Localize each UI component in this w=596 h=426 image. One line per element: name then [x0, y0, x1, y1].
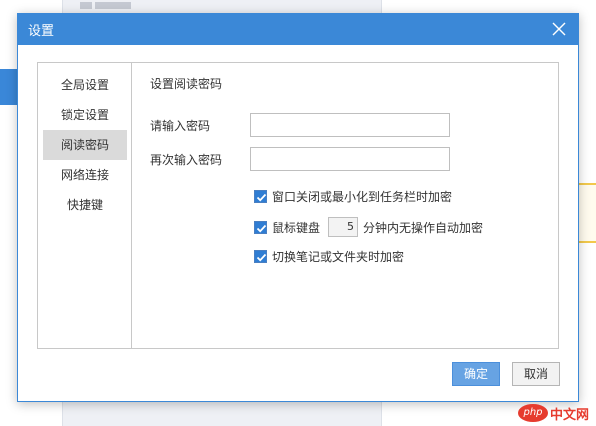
switch-encrypt-checkbox[interactable] — [254, 250, 267, 263]
nav-item-lock-settings[interactable]: 锁定设置 — [43, 100, 127, 130]
watermark-text: 中文网 — [550, 407, 590, 423]
minimize-encrypt-checkbox[interactable] — [254, 190, 267, 203]
settings-nav: 全局设置 锁定设置 阅读密码 网络连接 快捷键 — [38, 63, 132, 348]
option-switch-row: 切换笔记或文件夹时加密 — [254, 248, 404, 265]
settings-content: 设置阅读密码 请输入密码 再次输入密码 窗口关闭或最小化到任务栏时加密 鼠标键盘… — [133, 63, 558, 348]
cancel-button[interactable]: 取消 — [512, 362, 560, 386]
settings-dialog: 设置 全局设置 锁定设置 阅读密码 网络连接 快捷键 设置阅读密码 请输入密码 … — [17, 13, 579, 402]
minimize-encrypt-label: 窗口关闭或最小化到任务栏时加密 — [272, 190, 453, 204]
nav-item-read-password[interactable]: 阅读密码 — [43, 130, 127, 160]
password-row: 请输入密码 — [150, 113, 450, 137]
idle-minutes-input[interactable]: 5 — [328, 217, 359, 237]
nav-item-shortcuts[interactable]: 快捷键 — [43, 190, 127, 220]
option-idle-row: 鼠标键盘 5 分钟内无操作自动加密 — [254, 217, 483, 237]
nav-item-network[interactable]: 网络连接 — [43, 160, 127, 190]
idle-encrypt-checkbox[interactable] — [254, 220, 267, 234]
settings-panel: 全局设置 锁定设置 阅读密码 网络连接 快捷键 设置阅读密码 请输入密码 再次输… — [37, 62, 559, 349]
ok-button[interactable]: 确定 — [452, 362, 500, 386]
option-minimize-row: 窗口关闭或最小化到任务栏时加密 — [254, 188, 452, 205]
background-note-list-header — [80, 2, 140, 12]
checkmark-icon — [256, 224, 267, 232]
dialog-title: 设置 — [28, 24, 55, 39]
nav-item-global-settings[interactable]: 全局设置 — [43, 70, 127, 100]
close-icon[interactable] — [550, 20, 568, 38]
confirm-password-label: 再次输入密码 — [150, 152, 223, 167]
switch-encrypt-label: 切换笔记或文件夹时加密 — [272, 250, 405, 264]
confirm-password-row: 再次输入密码 — [150, 147, 450, 171]
checkmark-icon — [256, 253, 267, 262]
section-title: 设置阅读密码 — [150, 77, 223, 91]
idle-encrypt-label-after: 分钟内无操作自动加密 — [363, 220, 484, 235]
password-input[interactable] — [250, 113, 450, 137]
watermark: php 中文网 — [518, 402, 596, 424]
password-label: 请输入密码 — [150, 118, 211, 133]
watermark-logo: php — [518, 404, 548, 422]
dialog-titlebar[interactable]: 设置 — [18, 14, 578, 45]
checkmark-icon — [256, 193, 267, 202]
confirm-password-input[interactable] — [250, 147, 450, 171]
idle-encrypt-label-before: 鼠标键盘 — [272, 220, 321, 235]
